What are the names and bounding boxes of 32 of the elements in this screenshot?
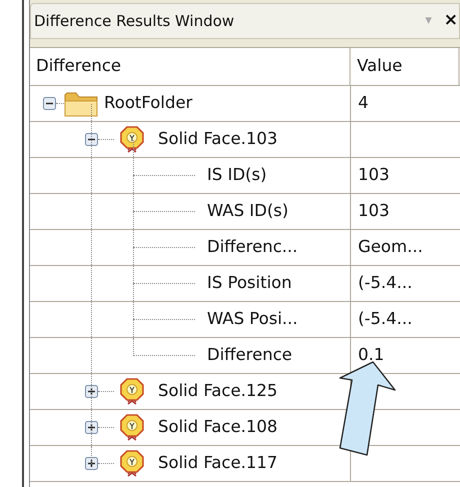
tree-item-label[interactable]: Solid Face.125 — [158, 379, 278, 404]
window-title: Difference Results Window — [34, 10, 236, 32]
tree-item-label[interactable]: WAS ID(s) — [207, 199, 288, 224]
value-cell-text: 0.1 — [358, 344, 384, 366]
tree-item-label[interactable]: RootFolder — [104, 91, 192, 116]
tree-item-label[interactable]: Solid Face.103 — [158, 127, 278, 152]
column-header[interactable]: Difference — [36, 54, 122, 79]
expand-icon[interactable] — [85, 385, 98, 398]
tree-item-label[interactable]: IS Position — [207, 271, 292, 296]
tree-item-label[interactable]: Solid Face.117 — [158, 451, 278, 476]
value-cell-text: (-5.4... — [358, 308, 412, 330]
value-cell-text: (-5.4... — [358, 272, 412, 294]
tree-item-label[interactable]: Solid Face.108 — [158, 415, 278, 440]
folder-icon — [64, 90, 98, 118]
collapse-icon[interactable] — [85, 133, 98, 146]
column-header[interactable]: Value — [357, 54, 402, 79]
tree-item-label[interactable]: IS ID(s) — [207, 163, 267, 188]
tree-item-label[interactable]: Differenc... — [207, 235, 298, 260]
octagon-badge-icon — [120, 450, 144, 478]
octagon-badge-icon — [120, 378, 144, 406]
close-button[interactable]: × — [444, 8, 458, 34]
octagon-badge-icon — [120, 414, 144, 442]
tree-item-label[interactable]: Difference — [207, 343, 292, 368]
expand-icon[interactable] — [85, 421, 98, 434]
value-cell-text: 4 — [358, 92, 368, 114]
tree-item-label[interactable]: WAS Posi... — [207, 307, 298, 332]
value-cell-text: Geom... — [358, 236, 423, 258]
value-cell-text: 103 — [358, 200, 390, 222]
value-cell-text: 103 — [358, 164, 390, 186]
octagon-badge-icon — [120, 126, 144, 154]
collapse-icon[interactable] — [43, 97, 56, 110]
expand-icon[interactable] — [85, 457, 98, 470]
